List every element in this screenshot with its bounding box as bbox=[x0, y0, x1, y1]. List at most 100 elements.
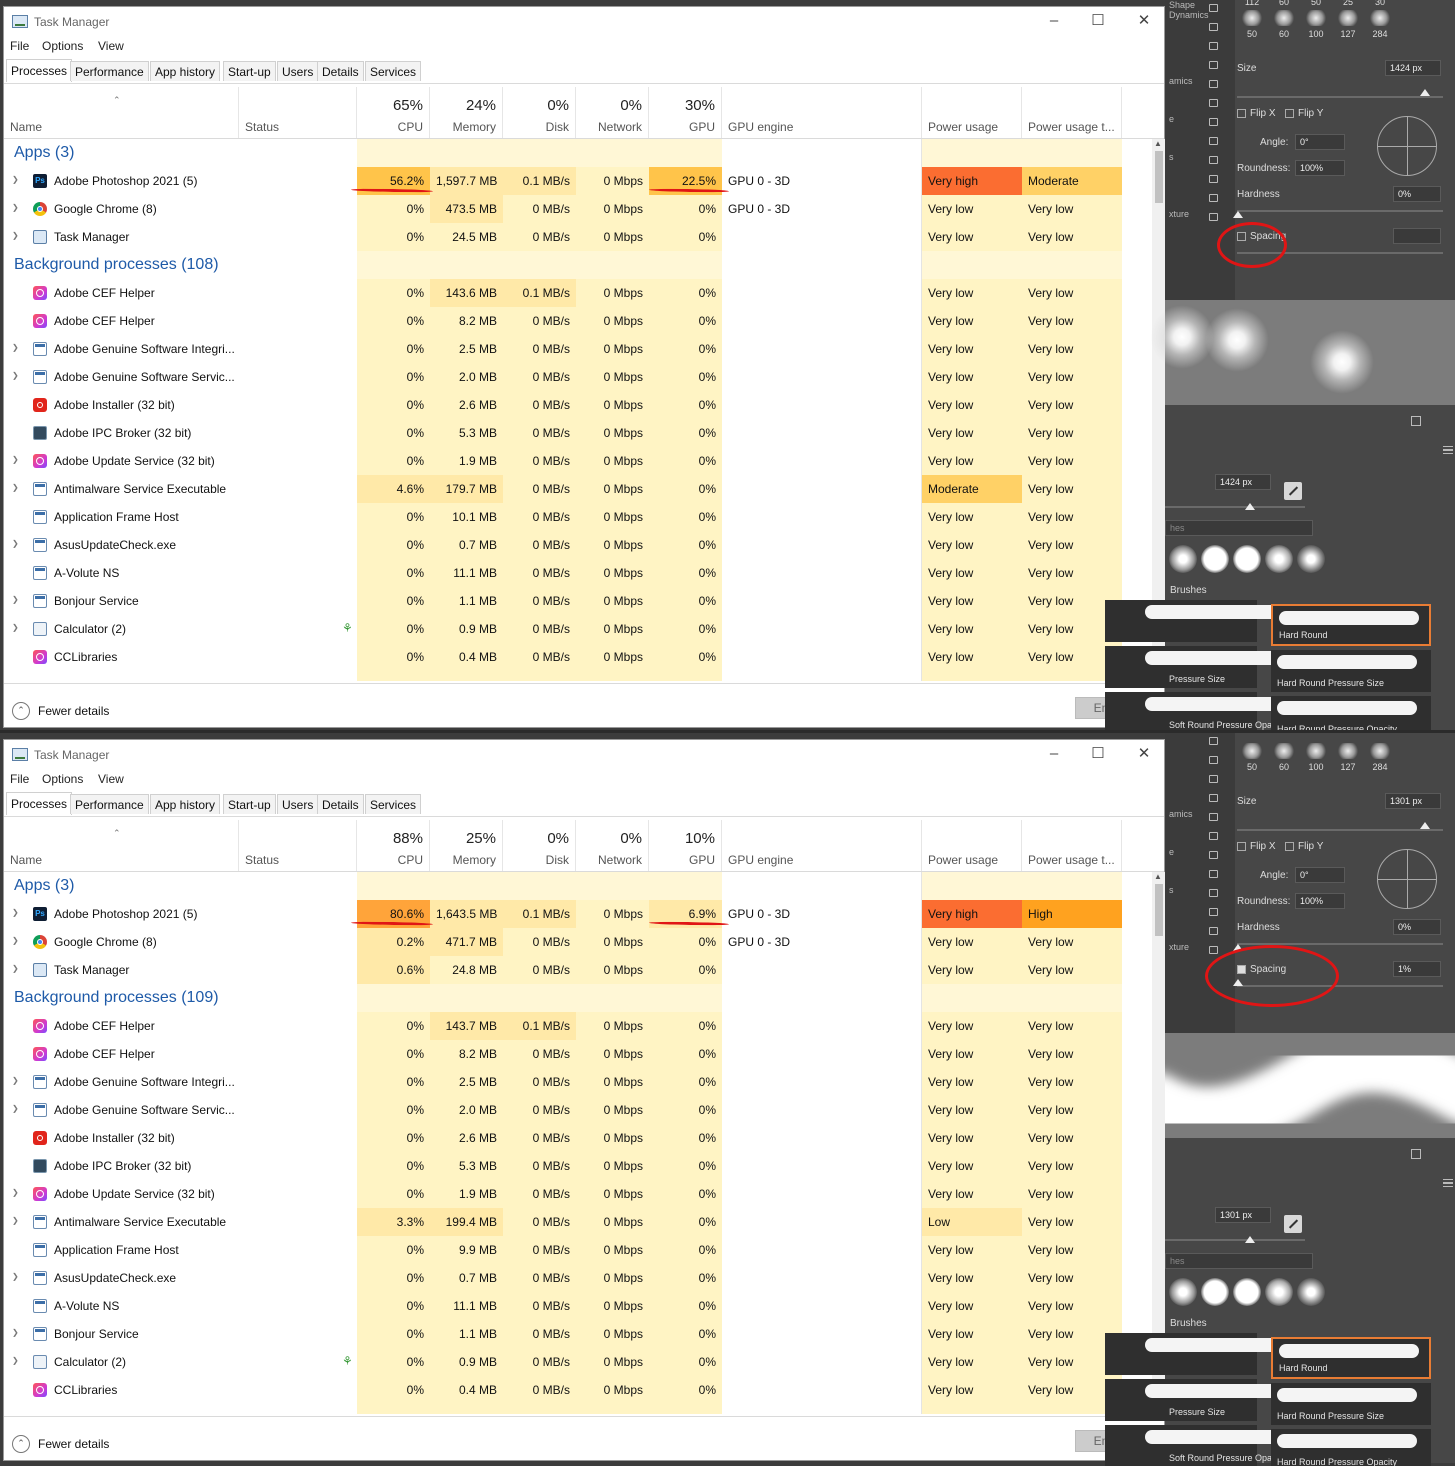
process-row[interactable]: ❯ Google Chrome (8) 0% 473.5 MB 0 MB/s 0 Mbps… bbox=[4, 195, 1152, 223]
process-row[interactable]: ❯ Adobe Update Service (32 bit) 0% 1.9 MB 0 … bbox=[4, 447, 1152, 475]
menu-file[interactable]: File bbox=[10, 772, 29, 786]
header-mem[interactable]: 24% Memory bbox=[430, 87, 503, 138]
hardness-slider[interactable] bbox=[1237, 210, 1443, 212]
header-trend[interactable]: Power usage t... bbox=[1022, 820, 1122, 871]
process-row[interactable]: ❯ Calculator (2) ⚘ 0% 0.9 MB 0 MB/s 0 Mbps 0% Ve… bbox=[4, 615, 1152, 643]
tab-app-history[interactable]: App history bbox=[150, 61, 221, 81]
process-row[interactable]: ❯ Adobe Update Service (32 bit) 0% 1.9 MB 0 … bbox=[4, 1180, 1152, 1208]
process-row[interactable]: Adobe CEF Helper 0% 8.2 MB 0 MB/s 0 Mbps 0% Ve… bbox=[4, 307, 1152, 335]
flip-x-checkbox[interactable] bbox=[1237, 109, 1246, 118]
process-row[interactable]: CCLibraries 0% 0.4 MB 0 MB/s 0 Mbps 0% Very lo… bbox=[4, 643, 1152, 671]
process-row[interactable]: Adobe CEF Helper 0% 143.6 MB 0.1 MB/s 0 Mbps… bbox=[4, 279, 1152, 307]
lock-icon[interactable] bbox=[1209, 80, 1218, 88]
brush-tip-thumbnail[interactable] bbox=[1304, 10, 1328, 26]
brush-tip-thumbnail[interactable] bbox=[1272, 743, 1296, 759]
new-brush-icon[interactable] bbox=[1411, 1149, 1421, 1159]
lock-icon[interactable] bbox=[1209, 775, 1218, 783]
brush-preset[interactable] bbox=[1105, 1333, 1285, 1375]
size-slider[interactable] bbox=[1237, 829, 1443, 831]
process-row[interactable]: ❯ Antimalware Service Executable 4.6% 179.7… bbox=[4, 475, 1152, 503]
brush-tip-thumbnail[interactable] bbox=[1240, 743, 1264, 759]
brush-tip-thumbnail[interactable] bbox=[1336, 743, 1360, 759]
roundness-input[interactable]: 100% bbox=[1295, 160, 1345, 176]
brush-tip-thumbnail[interactable] bbox=[1336, 10, 1360, 26]
close-button[interactable]: ✕ bbox=[1132, 744, 1156, 764]
header-engine[interactable]: GPU engine bbox=[722, 820, 922, 871]
recent-brush-tip[interactable] bbox=[1265, 1278, 1293, 1306]
panel-menu-icon[interactable] bbox=[1443, 446, 1453, 454]
scrollbar-thumb[interactable] bbox=[1155, 884, 1163, 936]
lock-icon[interactable] bbox=[1209, 813, 1218, 821]
recent-brush-tip[interactable] bbox=[1233, 545, 1261, 573]
header-net[interactable]: 0% Network bbox=[576, 820, 649, 871]
brush-preset[interactable]: Hard Round bbox=[1271, 604, 1431, 646]
chevron-right-icon[interactable]: ❯ bbox=[12, 1328, 19, 1337]
brush-preset[interactable]: Soft Round Pressure Opacity bbox=[1105, 1425, 1286, 1466]
lock-icon[interactable] bbox=[1209, 23, 1218, 31]
brush-preset[interactable] bbox=[1105, 600, 1285, 642]
process-row[interactable]: Adobe IPC Broker (32 bit) 0% 5.3 MB 0 MB/s 0… bbox=[4, 1152, 1152, 1180]
process-row[interactable]: A-Volute NS 0% 11.1 MB 0 MB/s 0 Mbps 0% Very l… bbox=[4, 559, 1152, 587]
flip-x-checkbox[interactable] bbox=[1237, 842, 1246, 851]
header-trend[interactable]: Power usage t... bbox=[1022, 87, 1122, 138]
header-gpu[interactable]: 10% GPU bbox=[649, 820, 722, 871]
process-row[interactable]: Adobe CEF Helper 0% 8.2 MB 0 MB/s 0 Mbps 0% Ve… bbox=[4, 1040, 1152, 1068]
chevron-right-icon[interactable]: ❯ bbox=[12, 203, 19, 212]
process-row[interactable]: ❯ Ps Adobe Photoshop 2021 (5) 80.6% 1,643.5 … bbox=[4, 900, 1152, 928]
chevron-up-icon[interactable]: ⌃ bbox=[12, 1435, 30, 1453]
chevron-right-icon[interactable]: ❯ bbox=[12, 539, 19, 548]
menu-file[interactable]: File bbox=[10, 39, 29, 53]
menu-options[interactable]: Options bbox=[42, 39, 83, 53]
brush-edit-icon[interactable] bbox=[1284, 482, 1302, 500]
process-row[interactable]: ❯ Adobe Genuine Software Servic... 0% 2.0 M… bbox=[4, 363, 1152, 391]
settings-item-label[interactable]: e bbox=[1169, 847, 1174, 857]
lock-icon[interactable] bbox=[1209, 794, 1218, 802]
brush-preset[interactable]: Hard Round Pressure Opacity bbox=[1271, 1429, 1431, 1466]
scroll-up-arrow-icon[interactable]: ▲ bbox=[1154, 139, 1162, 148]
chevron-right-icon[interactable]: ❯ bbox=[12, 175, 19, 184]
process-row[interactable]: ❯ Bonjour Service 0% 1.1 MB 0 MB/s 0 Mbps 0% Ve… bbox=[4, 1320, 1152, 1348]
recent-brush-tip[interactable] bbox=[1169, 545, 1197, 573]
recent-brush-tip[interactable] bbox=[1265, 545, 1293, 573]
brush-search-input[interactable]: hes bbox=[1165, 520, 1313, 536]
brush-preset[interactable]: Pressure Size bbox=[1105, 1379, 1285, 1421]
lock-icon[interactable] bbox=[1209, 908, 1218, 916]
maximize-button[interactable]: ☐ bbox=[1086, 744, 1110, 764]
brush-angle-compass[interactable] bbox=[1377, 849, 1437, 909]
header-status[interactable]: Status bbox=[239, 820, 357, 871]
brush-preset[interactable]: Hard Round Pressure Size bbox=[1271, 650, 1431, 692]
chevron-right-icon[interactable]: ❯ bbox=[12, 483, 19, 492]
settings-item-label[interactable]: e bbox=[1169, 114, 1174, 124]
chevron-right-icon[interactable]: ❯ bbox=[12, 1216, 19, 1225]
chevron-right-icon[interactable]: ❯ bbox=[12, 623, 19, 632]
spacing-input[interactable] bbox=[1393, 228, 1441, 244]
chevron-right-icon[interactable]: ❯ bbox=[12, 231, 19, 240]
lock-icon[interactable] bbox=[1209, 156, 1218, 164]
chevron-right-icon[interactable]: ❯ bbox=[12, 1356, 19, 1365]
lock-icon[interactable] bbox=[1209, 756, 1218, 764]
process-row[interactable]: ❯ Task Manager 0.6% 24.8 MB 0 MB/s 0 Mbps 0% Ve… bbox=[4, 956, 1152, 984]
process-row[interactable]: ❯ Google Chrome (8) 0.2% 471.7 MB 0 MB/s 0 Mb… bbox=[4, 928, 1152, 956]
maximize-button[interactable]: ☐ bbox=[1086, 11, 1110, 31]
process-row[interactable]: ❯ Adobe Genuine Software Integri... 0% 2.5 … bbox=[4, 335, 1152, 363]
process-row[interactable]: Adobe CEF Helper 0% 143.7 MB 0.1 MB/s 0 Mbps… bbox=[4, 1012, 1152, 1040]
scrollbar-thumb[interactable] bbox=[1155, 151, 1163, 203]
chevron-right-icon[interactable]: ❯ bbox=[12, 936, 19, 945]
minimize-button[interactable]: – bbox=[1042, 11, 1066, 31]
recent-brush-tip[interactable] bbox=[1297, 545, 1325, 573]
lock-icon[interactable] bbox=[1209, 946, 1218, 954]
roundness-input[interactable]: 100% bbox=[1295, 893, 1345, 909]
brush-size-input[interactable]: 1301 px bbox=[1215, 1207, 1271, 1223]
new-brush-icon[interactable] bbox=[1411, 416, 1421, 426]
tab-start-up[interactable]: Start-up bbox=[223, 61, 276, 81]
header-disk[interactable]: 0% Disk bbox=[503, 87, 576, 138]
brush-tip-thumbnail[interactable] bbox=[1368, 10, 1392, 26]
process-row[interactable]: ❯ Ps Adobe Photoshop 2021 (5) 56.2% 1,597.7 … bbox=[4, 167, 1152, 195]
minimize-button[interactable]: – bbox=[1042, 744, 1066, 764]
brush-preset[interactable]: Hard Round Pressure Opacity bbox=[1271, 696, 1431, 730]
header-disk[interactable]: 0% Disk bbox=[503, 820, 576, 871]
process-row[interactable]: Adobe Installer (32 bit) 0% 2.6 MB 0 MB/s 0 … bbox=[4, 391, 1152, 419]
menu-view[interactable]: View bbox=[98, 772, 124, 786]
lock-icon[interactable] bbox=[1209, 213, 1218, 221]
chevron-right-icon[interactable]: ❯ bbox=[12, 1272, 19, 1281]
